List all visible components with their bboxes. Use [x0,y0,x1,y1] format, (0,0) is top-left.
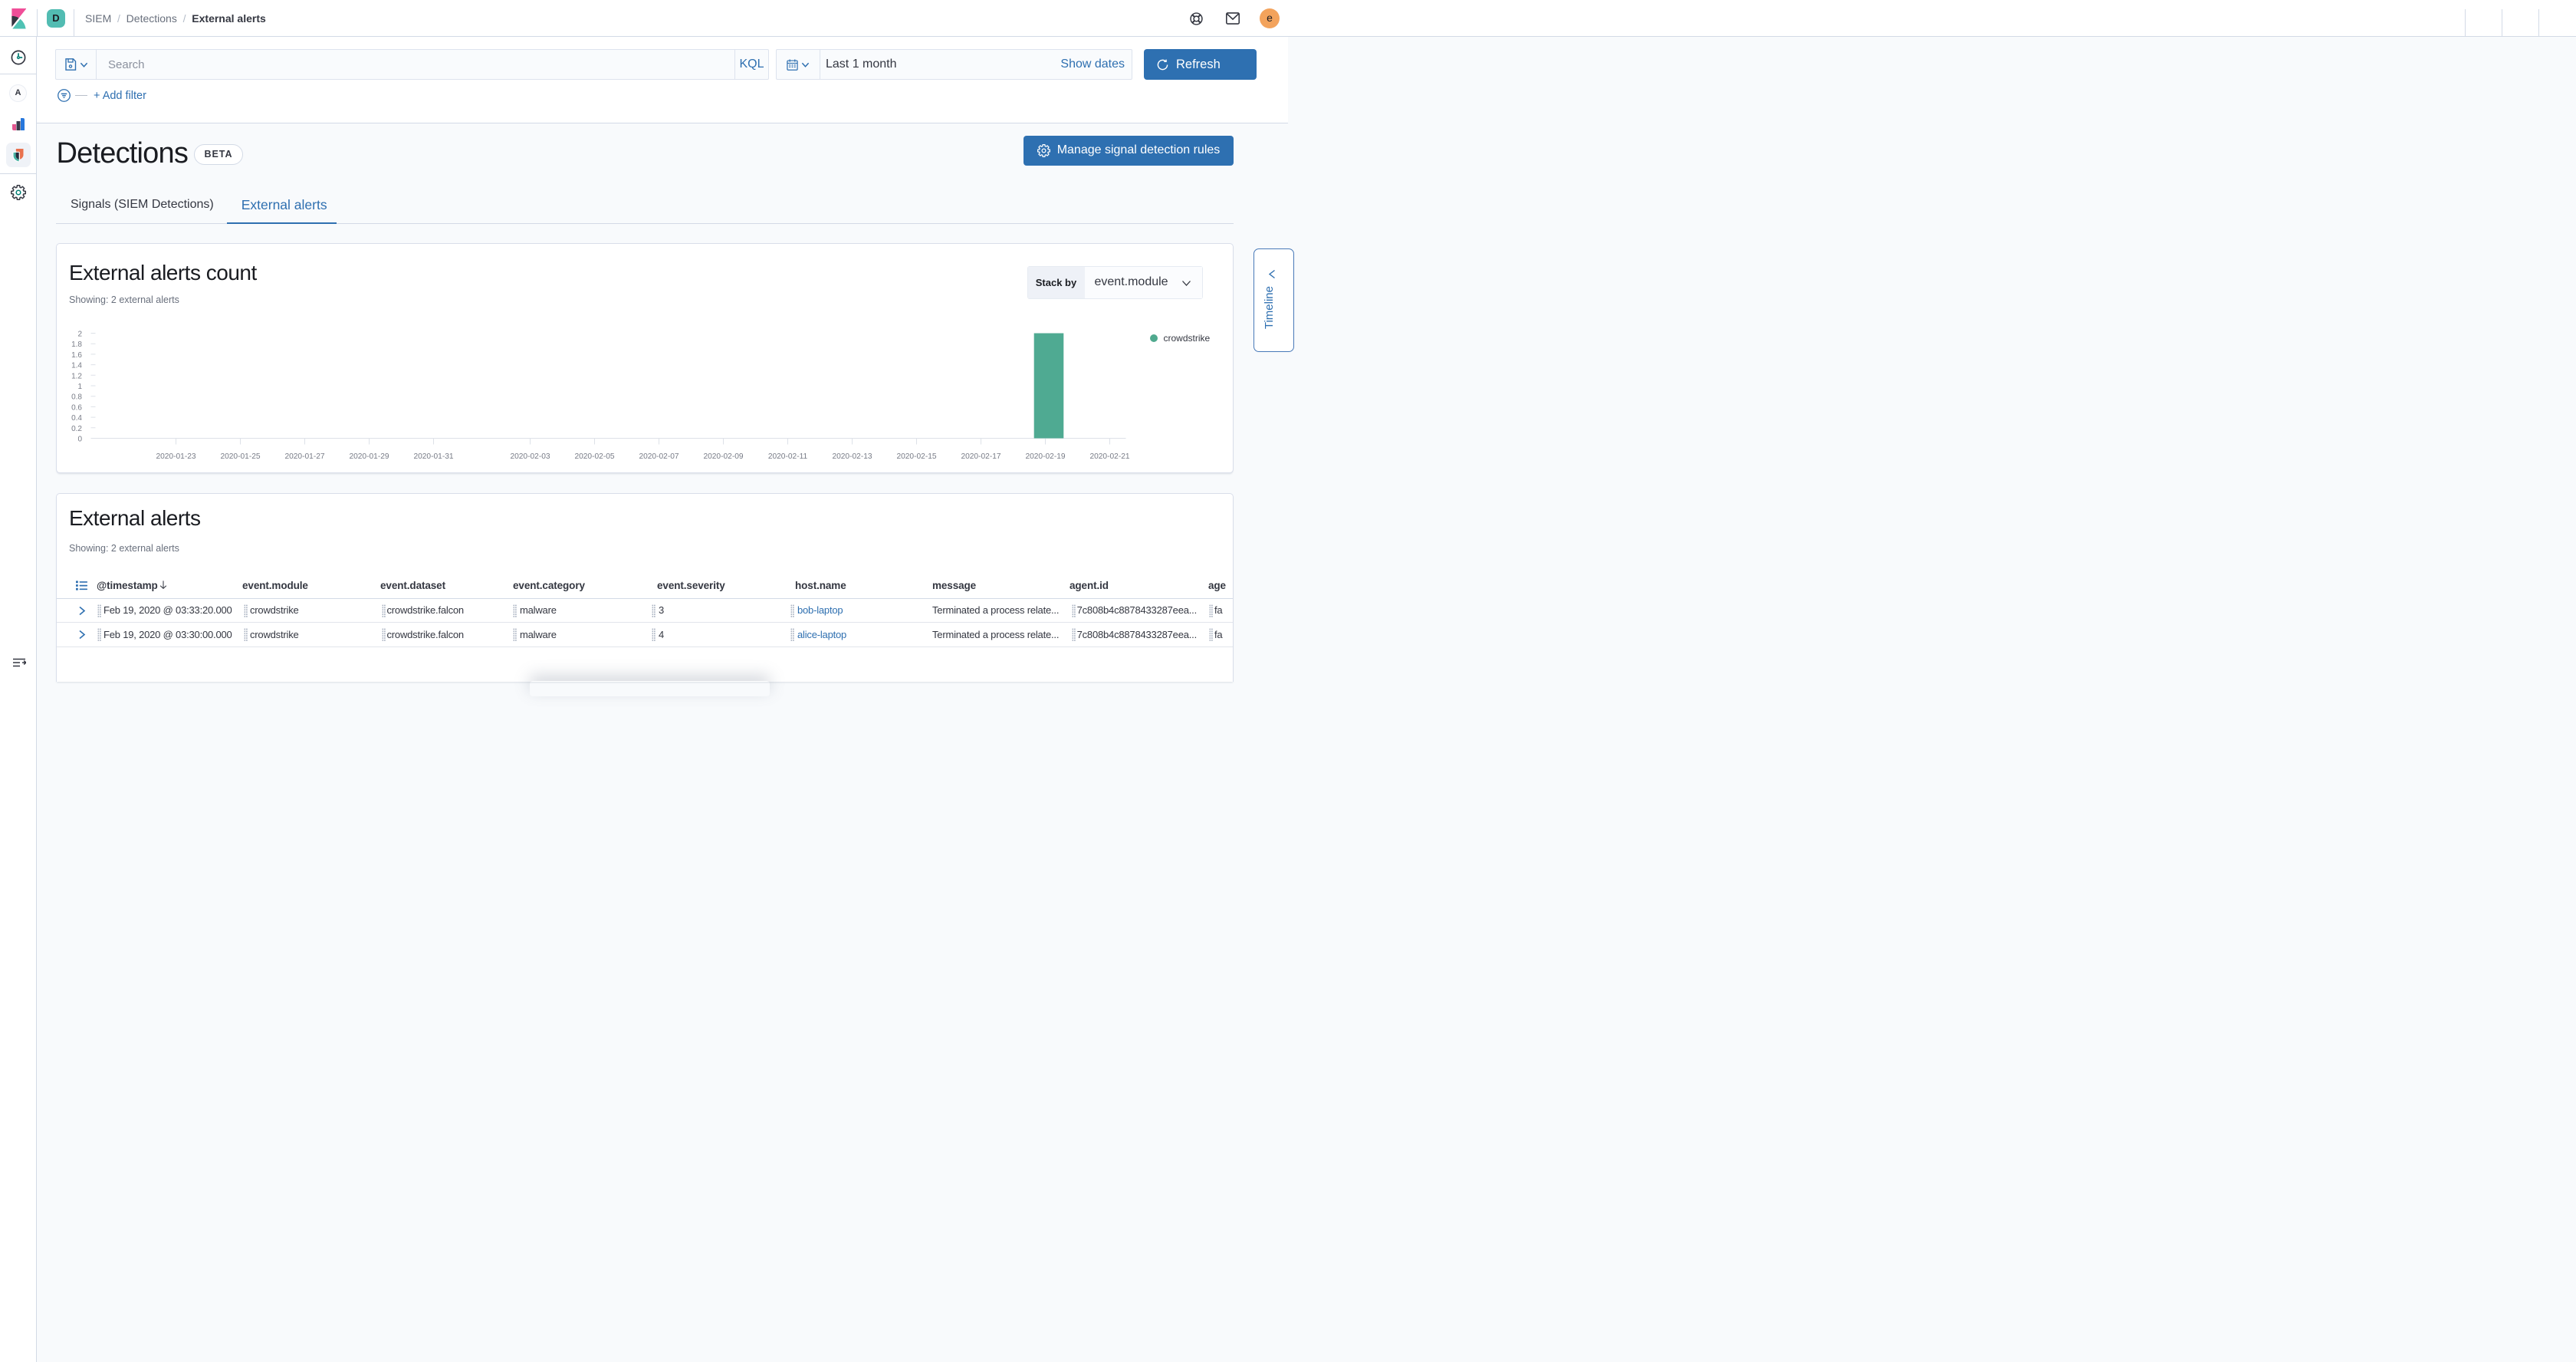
svg-text:2020-01-29: 2020-01-29 [349,452,389,461]
svg-text:2020-02-17: 2020-02-17 [961,452,1001,461]
svg-text:1.8: 1.8 [71,340,82,349]
svg-text:1.6: 1.6 [71,350,82,359]
svg-text:0.2: 0.2 [71,424,82,433]
svg-text:2020-02-03: 2020-02-03 [510,452,550,461]
svg-text:1: 1 [77,383,82,391]
svg-text:2: 2 [77,330,82,338]
svg-text:1.4: 1.4 [71,361,82,370]
svg-text:2020-02-19: 2020-02-19 [1025,452,1065,461]
svg-text:2020-02-21: 2020-02-21 [1089,452,1129,461]
svg-text:2020-02-11: 2020-02-11 [768,452,808,461]
svg-text:1.2: 1.2 [71,372,82,380]
svg-text:0: 0 [77,435,82,443]
svg-text:2020-02-13: 2020-02-13 [832,452,872,461]
svg-text:0.8: 0.8 [71,393,82,401]
svg-text:2020-01-27: 2020-01-27 [284,452,324,461]
svg-text:0.6: 0.6 [71,403,82,412]
svg-text:0.4: 0.4 [71,414,82,423]
svg-text:2020-01-31: 2020-01-31 [413,452,453,461]
svg-text:2020-01-25: 2020-01-25 [220,452,260,461]
svg-text:2020-01-23: 2020-01-23 [156,452,196,461]
svg-text:2020-02-05: 2020-02-05 [574,452,614,461]
svg-text:2020-02-09: 2020-02-09 [703,452,743,461]
svg-text:2020-02-15: 2020-02-15 [896,452,936,461]
svg-text:2020-02-07: 2020-02-07 [639,452,678,461]
